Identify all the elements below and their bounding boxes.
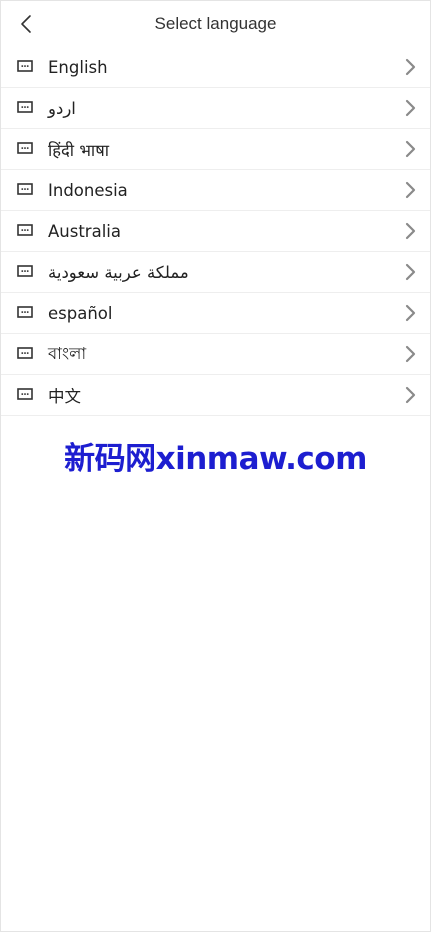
language-item-bengali[interactable]: বাংলা bbox=[1, 334, 430, 375]
language-label: Australia bbox=[48, 221, 121, 241]
keyboard-icon bbox=[17, 224, 33, 236]
language-label: English bbox=[48, 57, 108, 77]
header: Select language bbox=[1, 1, 430, 47]
language-item-australia[interactable]: Australia bbox=[1, 211, 430, 252]
chevron-right-icon bbox=[405, 386, 416, 404]
chevron-right-icon bbox=[405, 58, 416, 76]
keyboard-icon bbox=[17, 142, 33, 154]
language-item-spanish[interactable]: español bbox=[1, 293, 430, 334]
chevron-right-icon bbox=[405, 99, 416, 117]
keyboard-icon bbox=[17, 101, 33, 113]
language-label: español bbox=[48, 303, 113, 323]
chevron-right-icon bbox=[405, 263, 416, 281]
language-label: 中文 bbox=[48, 387, 81, 406]
keyboard-icon bbox=[17, 388, 33, 400]
chevron-left-icon bbox=[21, 15, 31, 33]
language-label: Indonesia bbox=[48, 180, 128, 200]
language-item-hindi[interactable]: हिंदी भाषा bbox=[1, 129, 430, 170]
keyboard-icon bbox=[17, 60, 33, 72]
screen: Select language English اردو हिंदी भाषा … bbox=[0, 0, 431, 932]
keyboard-icon bbox=[17, 306, 33, 318]
chevron-right-icon bbox=[405, 304, 416, 322]
language-item-arabic[interactable]: مملكة عربية سعودية bbox=[1, 252, 430, 293]
language-label: اردو bbox=[48, 98, 76, 118]
watermark-text: 新码网xinmaw.com bbox=[64, 441, 367, 477]
back-button[interactable] bbox=[13, 9, 39, 39]
keyboard-icon bbox=[17, 347, 33, 359]
language-item-chinese[interactable]: 中文 bbox=[1, 375, 430, 416]
language-label: हिंदी भाषा bbox=[48, 140, 109, 160]
language-item-english[interactable]: English bbox=[1, 47, 430, 88]
language-item-urdu[interactable]: اردو bbox=[1, 88, 430, 129]
page-title: Select language bbox=[154, 14, 277, 33]
language-label: বাংলা bbox=[48, 343, 87, 363]
chevron-right-icon bbox=[405, 222, 416, 240]
language-list: English اردو हिंदी भाषा Indonesia Austra… bbox=[1, 47, 430, 416]
keyboard-icon bbox=[17, 183, 33, 195]
chevron-right-icon bbox=[405, 140, 416, 158]
chevron-right-icon bbox=[405, 181, 416, 199]
chevron-right-icon bbox=[405, 345, 416, 363]
keyboard-icon bbox=[17, 265, 33, 277]
language-item-indonesia[interactable]: Indonesia bbox=[1, 170, 430, 211]
language-label: مملكة عربية سعودية bbox=[48, 262, 189, 282]
